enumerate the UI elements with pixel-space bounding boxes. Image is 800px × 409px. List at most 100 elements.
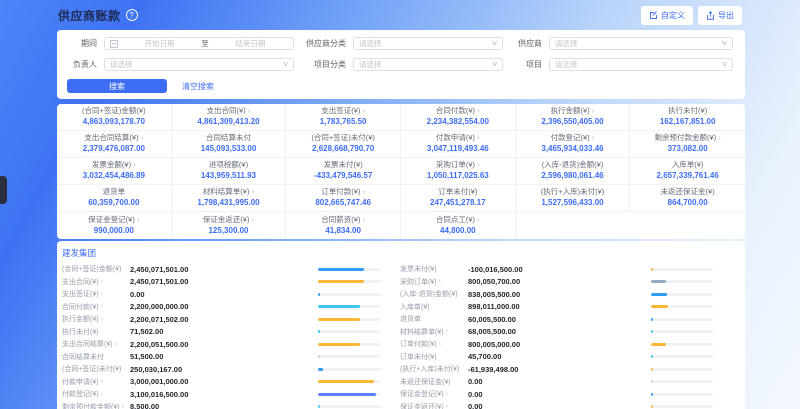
search-button[interactable]: 搜索 <box>67 79 167 93</box>
project-category-select[interactable]: 请选择 ∨ <box>353 58 503 71</box>
drilldown-arrow-icon: › <box>248 107 251 116</box>
edit-icon <box>649 11 658 20</box>
summary-card[interactable]: 订单付款(¥)›802,665,747.46 <box>286 185 401 212</box>
drilldown-arrow-icon: › <box>101 291 103 298</box>
summary-card[interactable]: 保证金返还(¥)›125,300.00 <box>172 212 287 239</box>
metric-label[interactable]: 支出签证(¥)› <box>62 289 126 299</box>
drilldown-arrow-icon: › <box>141 134 144 143</box>
export-button[interactable]: 导出 <box>698 6 742 25</box>
summary-card[interactable]: 发票金额(¥)›3,032,454,486.89 <box>57 158 172 185</box>
summary-card[interactable]: 合同薪资(¥)›41,834.00 <box>286 212 401 239</box>
card-value: 2,657,339,761.46 <box>657 172 719 181</box>
help-icon[interactable]: ? <box>126 9 138 21</box>
project-select[interactable]: 请选择 ∨ <box>549 58 733 71</box>
metric-bar <box>651 293 713 296</box>
metric-row: 合同结算未付51,500.00 <box>62 351 380 364</box>
summary-card[interactable]: 付款登记(¥)›3,465,934,033.46 <box>516 131 631 158</box>
summary-card[interactable]: 执行金额(¥)›2,396,550,405.00 <box>516 104 631 131</box>
metric-value: 0.00 <box>464 402 651 409</box>
summary-card[interactable]: 合同付款(¥)›2,234,382,554.00 <box>401 104 516 131</box>
owner-select[interactable]: 请选择 ∨ <box>104 58 294 71</box>
card-label: 采购订单(¥)› <box>436 161 480 170</box>
card-label: 进项税额(¥) <box>209 161 248 169</box>
metric-value: 2,200,071,502.00 <box>126 315 318 324</box>
summary-card[interactable]: 剩余预付款金额(¥)›373,082.00 <box>630 131 745 158</box>
metric-label[interactable]: 执行金额(¥)› <box>62 314 126 324</box>
metric-label[interactable]: 支出合同(¥)› <box>62 277 126 287</box>
card-value: 3,047,119,493.46 <box>427 145 489 154</box>
metric-bar <box>318 268 380 271</box>
card-label: 退货单 <box>103 188 126 196</box>
summary-card[interactable]: 采购订单(¥)›1,050,117,025.63 <box>401 158 516 185</box>
card-label: (入库-退货)金额(¥) <box>542 161 604 169</box>
card-label: 支出签证(¥)› <box>321 107 365 116</box>
summary-card: (执行+入库)未付(¥)1,527,596,433.00 <box>516 185 631 212</box>
metric-bar <box>318 405 380 408</box>
metric-label: 退货单 <box>400 314 464 324</box>
card-label: 支出合同结算(¥)› <box>84 134 143 143</box>
metric-row: 材料结算单(¥)›68,005,500.00 <box>400 326 713 339</box>
summary-card[interactable]: 保证金登记(¥)›990,000.00 <box>57 212 172 239</box>
header-actions: 自定义 导出 <box>641 6 742 25</box>
card-value: 41,834.00 <box>325 227 361 236</box>
summary-card[interactable]: 材料结算单(¥)›1,798,431,995.00 <box>172 185 287 212</box>
summary-card[interactable]: 支出合同(¥)›4,861,309,413.20 <box>172 104 287 131</box>
group-name[interactable]: 建发集团 <box>62 247 733 259</box>
drilldown-arrow-icon: › <box>477 107 480 116</box>
metric-row: 未返还保证金(¥)0.00 <box>400 376 713 389</box>
select-placeholder: 请选择 <box>555 38 578 49</box>
page-title: 供应商账款 <box>58 7 121 24</box>
clear-search-link[interactable]: 清空搜索 <box>182 81 214 92</box>
card-value: 864,700.00 <box>668 199 708 208</box>
metric-label[interactable]: 剩余预付款金额(¥)› <box>62 402 126 409</box>
summary-card: 订单未付(¥)247,451,278.17 <box>401 185 516 212</box>
drilldown-arrow-icon: › <box>122 403 124 409</box>
metric-label[interactable]: 订单付款(¥)› <box>400 339 464 349</box>
metric-row: 支出合同(¥)›2,450,071,501.00 <box>62 276 380 289</box>
metric-bar-fill <box>318 280 364 283</box>
metric-bar-fill <box>651 293 667 296</box>
metric-label[interactable]: 保证金返还(¥)› <box>400 402 464 409</box>
select-placeholder: 请选择 <box>555 59 578 70</box>
metric-bar <box>318 368 380 371</box>
card-value: 2,379,476,087.00 <box>83 145 145 154</box>
metric-label[interactable]: 付款登记(¥)› <box>62 389 126 399</box>
drilldown-arrow-icon: › <box>115 341 117 348</box>
metric-value: 71,502.00 <box>126 327 318 336</box>
card-value: 1,527,596,433.00 <box>541 199 603 208</box>
filter-row-1: 期间 开始日期 至 结束日期 供应商分类 请选择 ∨ 供应商 请选择 ∨ <box>67 37 733 50</box>
summary-card[interactable]: 支出签证(¥)›1,783,765.50 <box>286 104 401 131</box>
metric-bar-fill <box>318 368 323 371</box>
metric-label: 订单未付(¥) <box>400 352 464 362</box>
metric-value: 0.00 <box>464 377 651 386</box>
summary-card: 执行未付(¥)162,167,851.00 <box>630 104 745 131</box>
metric-label[interactable]: 支出合同结算(¥)› <box>62 339 126 349</box>
empty-cell <box>516 212 631 239</box>
metric-label[interactable]: 付款申请(¥)› <box>62 377 126 387</box>
supplier-category-select[interactable]: 请选择 ∨ <box>353 37 503 50</box>
period-date-range-input[interactable]: 开始日期 至 结束日期 <box>104 37 294 50</box>
metric-label[interactable]: 采购订单(¥)› <box>400 277 464 287</box>
metric-label[interactable]: 保证金登记(¥)› <box>400 389 464 399</box>
card-value: 143,959,511.93 <box>201 172 256 181</box>
metric-label[interactable]: 合同付款(¥)› <box>62 302 126 312</box>
metric-label[interactable]: 材料结算单(¥)› <box>400 327 464 337</box>
end-date-placeholder: 结束日期 <box>213 38 288 49</box>
metric-value: 250,030,167.00 <box>126 365 318 374</box>
drilldown-arrow-icon: › <box>446 403 448 409</box>
select-placeholder: 请选择 <box>110 59 133 70</box>
filter-panel: 期间 开始日期 至 结束日期 供应商分类 请选择 ∨ 供应商 请选择 ∨ 负责人… <box>57 30 745 99</box>
summary-card: 入库单(¥)2,657,339,761.46 <box>630 158 745 185</box>
metric-bar-fill <box>318 330 320 333</box>
drilldown-arrow-icon: › <box>362 188 365 197</box>
summary-card[interactable]: 付款申请(¥)›3,047,119,493.46 <box>401 131 516 158</box>
supplier-select[interactable]: 请选择 ∨ <box>549 37 733 50</box>
card-value: 4,861,309,413.20 <box>197 118 259 127</box>
filter-actions: 搜索 清空搜索 <box>67 79 733 93</box>
sidebar-collapse-handle[interactable] <box>0 176 7 204</box>
summary-card[interactable]: 支出合同结算(¥)› 2,379,476,087.00 <box>57 131 172 158</box>
customize-button[interactable]: 自定义 <box>641 6 693 25</box>
calendar-icon <box>110 40 118 48</box>
metric-value: -100,016,500.00 <box>464 265 651 274</box>
summary-card[interactable]: 合同点工(¥)›44,800.00 <box>401 212 516 239</box>
